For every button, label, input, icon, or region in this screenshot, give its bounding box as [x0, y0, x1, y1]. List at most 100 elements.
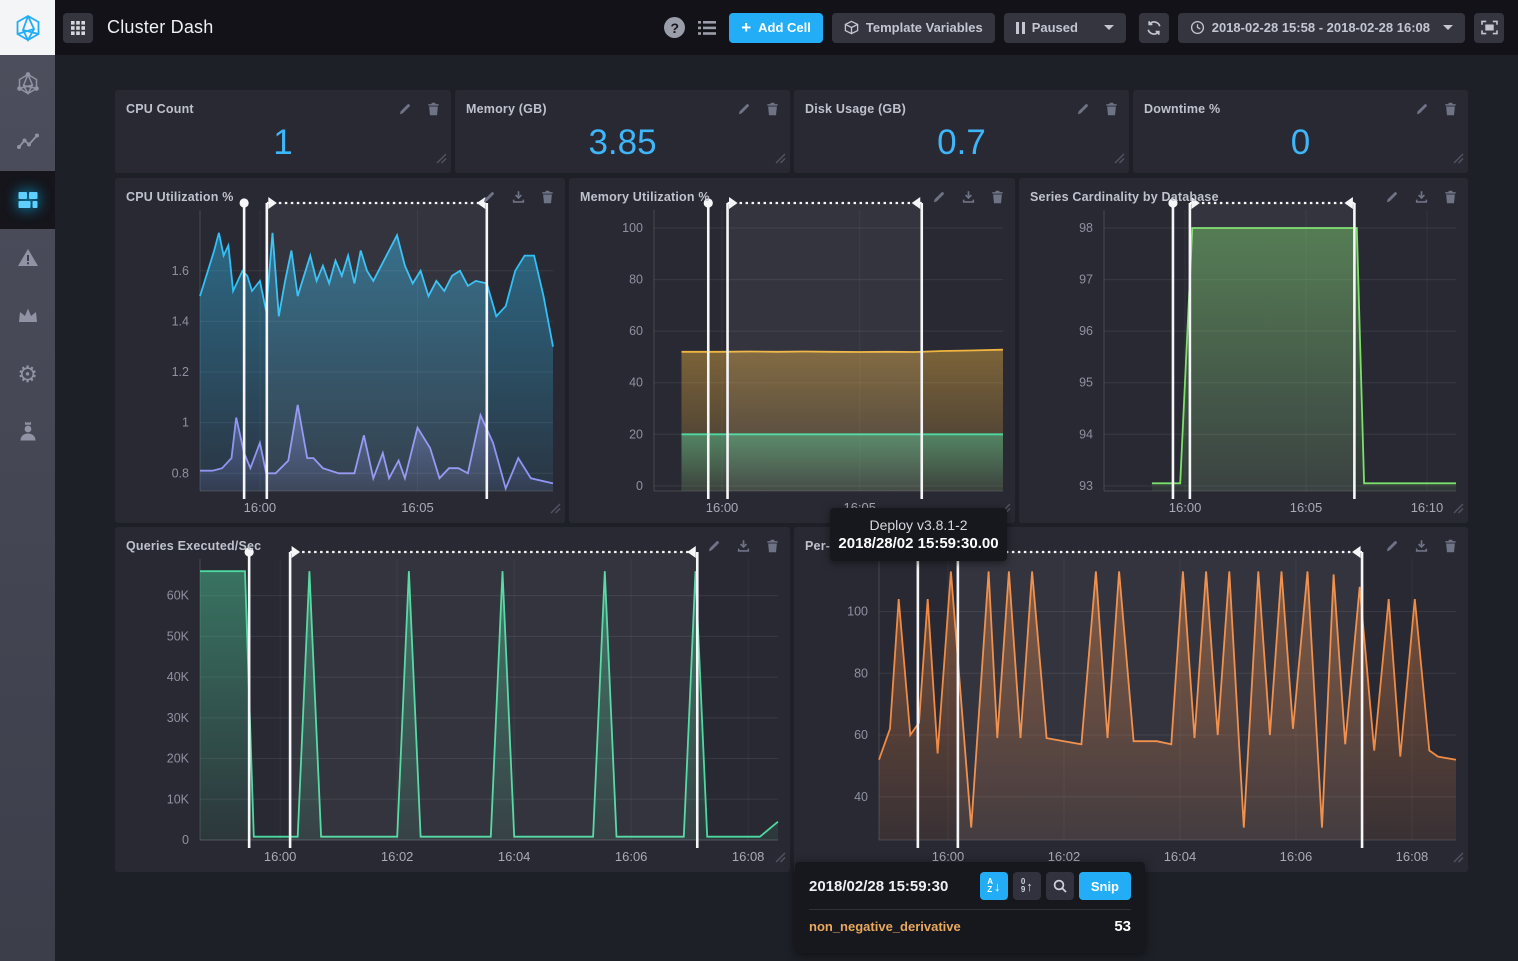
resize-handle[interactable] — [1113, 152, 1126, 170]
annotation-range-region — [267, 203, 487, 491]
panel-title: Memory (GB) — [466, 102, 547, 116]
edit-cell-button[interactable] — [1076, 102, 1090, 116]
resize-handle[interactable] — [1452, 152, 1465, 170]
edit-cell-button[interactable] — [707, 539, 721, 553]
resize-handle[interactable] — [1452, 502, 1465, 520]
edit-cell-button[interactable] — [1415, 102, 1429, 116]
panel-title: CPU Count — [126, 102, 194, 116]
svg-text:16:08: 16:08 — [1396, 849, 1429, 864]
panel-actions — [932, 190, 1004, 205]
refresh-icon — [1146, 20, 1162, 36]
panel-header: CPU Utilization % — [115, 178, 565, 208]
resize-handle[interactable] — [549, 502, 562, 520]
resize-handle[interactable] — [1452, 851, 1465, 869]
delete-cell-button[interactable] — [1444, 190, 1457, 204]
sort-alpha-button[interactable]: AZ↓ — [980, 872, 1008, 900]
refresh-button[interactable] — [1139, 13, 1169, 43]
filter-button[interactable] — [1046, 872, 1074, 900]
panel-header: Series Cardinality by Database — [1019, 178, 1468, 208]
chart-canvas-queries-executed[interactable]: 60K50K40K30K20K10K016:0016:0216:0416:061… — [115, 527, 790, 872]
svg-text:60: 60 — [629, 324, 643, 338]
chart-canvas-cpu-utilization[interactable]: 1.61.41.210.816:0016:05 — [115, 178, 565, 523]
export-data-button[interactable] — [1414, 190, 1429, 205]
panel-title: Series Cardinality by Database — [1030, 190, 1219, 204]
sidebar-item-users[interactable] — [0, 403, 55, 461]
resize-handle[interactable] — [435, 152, 448, 170]
stat-value: 1 — [115, 116, 451, 169]
paused-label: Paused — [1032, 20, 1078, 35]
download-icon — [511, 190, 526, 205]
edit-cell-button[interactable] — [1385, 190, 1399, 204]
delete-cell-button[interactable] — [766, 102, 779, 116]
svg-text:16:04: 16:04 — [1164, 849, 1197, 864]
crown-icon — [16, 304, 40, 328]
svg-text:94: 94 — [1079, 427, 1093, 441]
legend-series-row[interactable]: non_negative_derivative 53 — [809, 918, 1131, 935]
resize-handle[interactable] — [774, 851, 787, 869]
log-list-icon[interactable] — [698, 20, 716, 36]
panel-title: Disk Usage (GB) — [805, 102, 906, 116]
download-icon — [1414, 539, 1429, 554]
svg-text:40: 40 — [854, 790, 868, 804]
annotation-range-region — [958, 552, 1362, 840]
edit-cell-button[interactable] — [1385, 539, 1399, 553]
user-admin-icon — [16, 420, 40, 444]
delete-cell-button[interactable] — [427, 102, 440, 116]
edit-cell-button[interactable] — [737, 102, 751, 116]
add-cell-label: Add Cell — [758, 20, 811, 35]
edit-cell-button[interactable] — [398, 102, 412, 116]
dashboard-grid-button[interactable] — [63, 13, 93, 43]
export-data-button[interactable] — [1414, 539, 1429, 554]
delete-cell-button[interactable] — [541, 190, 554, 204]
edit-cell-button[interactable] — [482, 190, 496, 204]
paused-dropdown[interactable]: Paused — [1004, 13, 1126, 43]
stat-cell-downtime-: Downtime %0 — [1133, 90, 1468, 173]
delete-cell-button[interactable] — [1444, 539, 1457, 553]
sort-numeric-button[interactable]: 09↑ — [1013, 872, 1041, 900]
sidebar-item-data-explorer[interactable] — [0, 113, 55, 171]
trash-icon — [1444, 190, 1457, 204]
export-data-button[interactable] — [961, 190, 976, 205]
chronograf-logo[interactable] — [0, 0, 55, 55]
chart-canvas-memory-utilization[interactable]: 10080604020016:0016:05 — [569, 178, 1015, 523]
sidebar-item-configuration[interactable]: ⚙ — [0, 345, 55, 403]
trash-icon — [541, 190, 554, 204]
delete-cell-button[interactable] — [991, 190, 1004, 204]
delete-cell-button[interactable] — [1444, 102, 1457, 116]
svg-text:1.4: 1.4 — [172, 314, 189, 328]
pencil-icon — [1385, 539, 1399, 553]
sidebar-item-dashboards[interactable] — [0, 171, 55, 229]
search-icon — [1053, 879, 1067, 893]
svg-text:16:10: 16:10 — [1411, 500, 1444, 515]
help-icon[interactable]: ? — [664, 17, 685, 38]
svg-text:0: 0 — [636, 479, 643, 493]
svg-text:16:06: 16:06 — [1280, 849, 1313, 864]
time-range-dropdown[interactable]: 2018-02-28 15:58 - 2018-02-28 16:08 — [1178, 13, 1465, 43]
panel-actions — [1415, 102, 1457, 116]
pencil-icon — [932, 190, 946, 204]
pencil-icon — [707, 539, 721, 553]
svg-text:96: 96 — [1079, 324, 1093, 338]
panel-header: Memory Utilization % — [569, 178, 1015, 208]
chart-canvas-series-cardinality[interactable]: 98979695949316:0016:0516:10 — [1019, 178, 1468, 523]
presentation-mode-button[interactable] — [1474, 13, 1504, 43]
svg-text:20K: 20K — [167, 752, 190, 766]
export-data-button[interactable] — [736, 539, 751, 554]
export-data-button[interactable] — [511, 190, 526, 205]
delete-cell-button[interactable] — [1105, 102, 1118, 116]
download-icon — [736, 539, 751, 554]
sidebar-item-admin[interactable] — [0, 287, 55, 345]
snip-button[interactable]: Snip — [1079, 872, 1131, 900]
resize-handle[interactable] — [774, 152, 787, 170]
edit-cell-button[interactable] — [932, 190, 946, 204]
add-cell-button[interactable]: + Add Cell — [729, 13, 823, 43]
page-title[interactable]: Cluster Dash — [107, 17, 213, 38]
delete-cell-button[interactable] — [766, 539, 779, 553]
trash-icon — [991, 190, 1004, 204]
svg-text:60: 60 — [854, 728, 868, 742]
chart-canvas-per-chart[interactable]: 10080604016:0016:0216:0416:0616:08 — [794, 527, 1468, 872]
sidebar-item-alerts[interactable] — [0, 229, 55, 287]
stat-cell-memory-gb-: Memory (GB)3.85 — [455, 90, 790, 173]
sidebar-item-hosts[interactable] — [0, 55, 55, 113]
template-variables-button[interactable]: Template Variables — [832, 13, 995, 43]
